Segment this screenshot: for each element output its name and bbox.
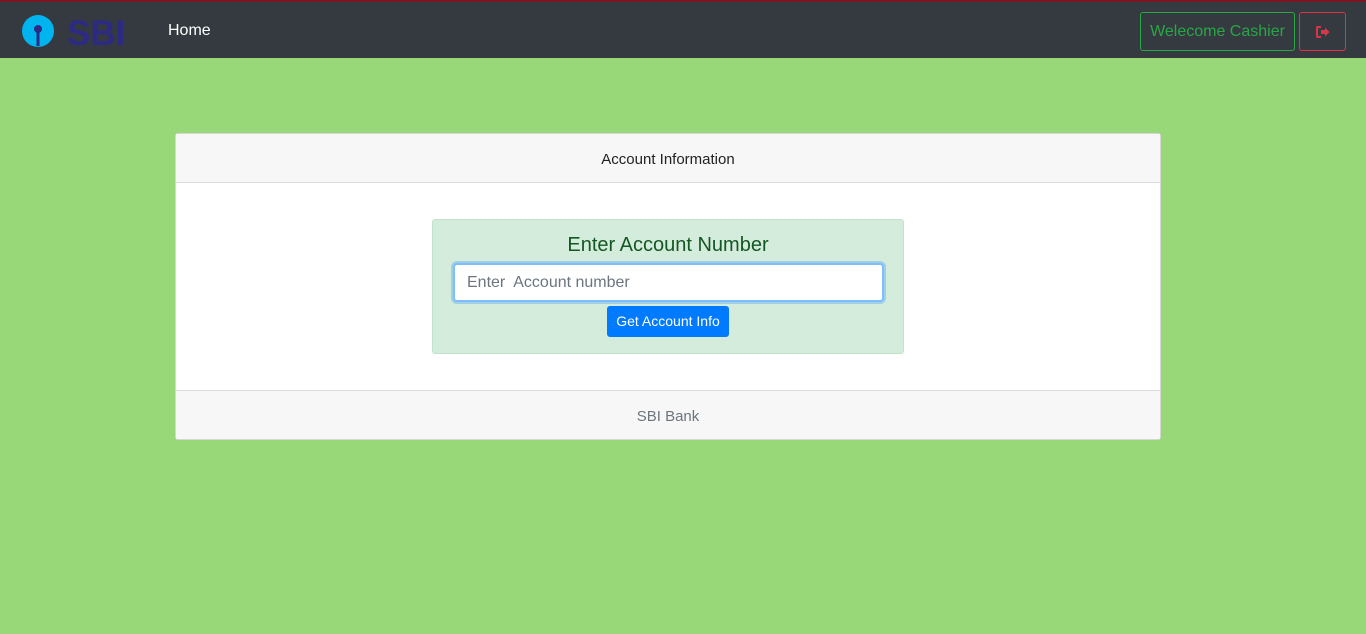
sign-out-icon bbox=[1316, 26, 1330, 38]
get-account-info-button[interactable]: Get Account Info bbox=[607, 306, 729, 337]
svg-text:SBI: SBI bbox=[67, 14, 125, 48]
card-footer: SBI Bank bbox=[176, 390, 1160, 439]
sbi-logo-image: SBI bbox=[22, 14, 125, 53]
nav-home-link[interactable]: Home bbox=[168, 22, 211, 40]
top-navbar: SBI Home Welecome Cashier bbox=[0, 0, 1366, 58]
logout-button[interactable] bbox=[1299, 12, 1346, 51]
welcome-cashier-button[interactable]: Welecome Cashier bbox=[1140, 12, 1295, 51]
account-form-heading: Enter Account Number bbox=[567, 234, 769, 256]
account-form-box: Enter Account Number Get Account Info bbox=[432, 219, 904, 354]
card-header: Account Information bbox=[176, 134, 1160, 183]
sbi-logo[interactable]: SBI bbox=[15, 14, 145, 53]
account-number-input[interactable] bbox=[453, 263, 884, 302]
account-info-card: Account Information Enter Account Number… bbox=[175, 133, 1161, 440]
